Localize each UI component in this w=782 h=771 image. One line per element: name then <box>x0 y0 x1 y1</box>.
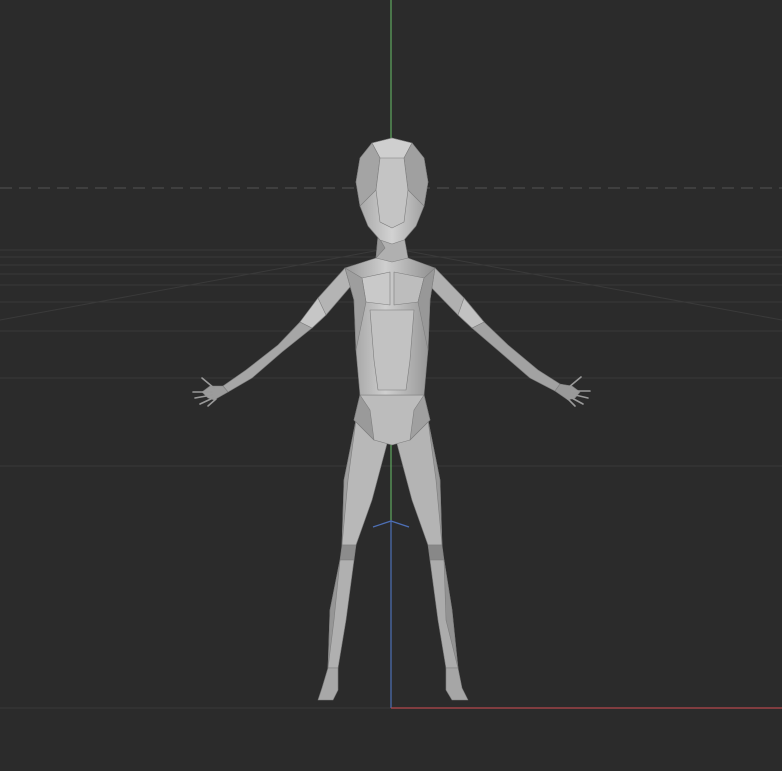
viewport-canvas[interactable] <box>0 0 782 771</box>
mesh-right-leg[interactable] <box>395 419 469 701</box>
3d-viewport[interactable] <box>0 0 782 771</box>
mesh-left-arm[interactable] <box>201 267 357 401</box>
mesh-face <box>375 157 409 229</box>
mesh-chest-left <box>361 271 391 306</box>
mesh-left-hand <box>192 377 217 407</box>
mesh-abdomen <box>369 309 415 391</box>
mesh-right-hand <box>566 376 591 407</box>
mesh-left-leg[interactable] <box>317 419 389 701</box>
mesh-right-arm[interactable] <box>423 267 581 401</box>
